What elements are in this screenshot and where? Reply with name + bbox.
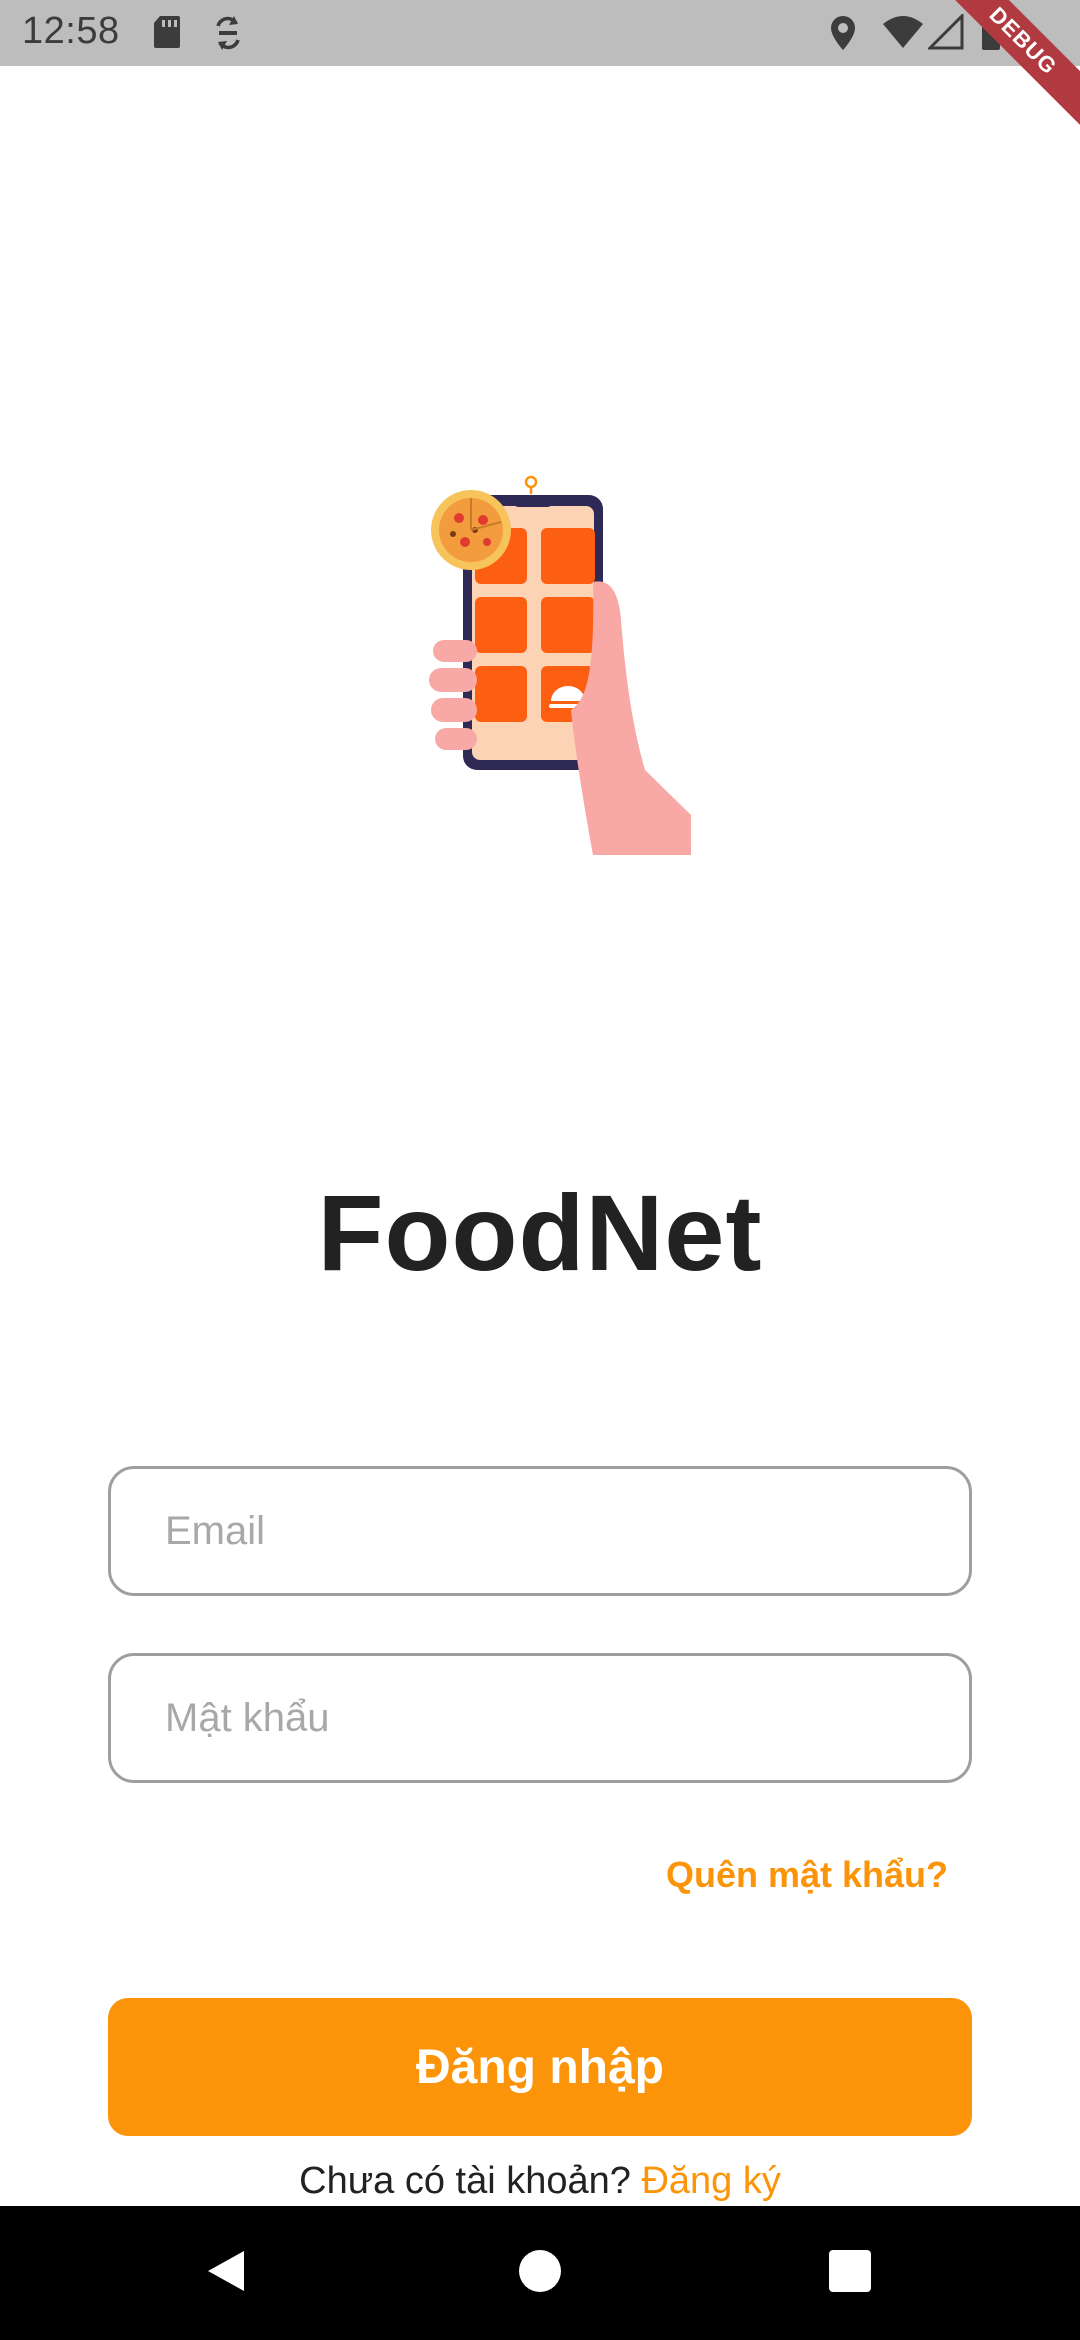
signup-row: Chưa có tài khoản? Đăng ký [0,2160,1080,2203]
sd-card-icon [152,14,182,55]
email-input[interactable] [111,1469,969,1593]
navigation-bar [0,2206,1080,2340]
no-account-text: Chưa có tài khoản? [299,2160,631,2202]
location-icon [828,14,858,57]
status-time: 12:58 [22,10,120,52]
forgot-password-link[interactable]: Quên mật khẩu? [666,1854,948,1896]
login-screen: 12:58 DEBUG FoodNet Email Quên mật khẩu?… [0,0,1080,2340]
signal-icon [926,12,964,55]
login-button[interactable]: Đăng nhập [108,1998,972,2136]
password-field-container [108,1653,972,1783]
recents-icon [829,2249,871,2297]
back-button[interactable] [166,2206,286,2340]
recents-button[interactable] [790,2206,910,2340]
home-button[interactable] [480,2206,600,2340]
wifi-icon [882,14,924,55]
phone-food-app-illustration [425,470,695,860]
signup-link[interactable]: Đăng ký [641,2160,780,2202]
status-bar: 12:58 DEBUG [0,0,1080,136]
sync-icon [212,14,244,57]
app-title: FoodNet [317,1172,763,1293]
password-input[interactable] [111,1656,969,1780]
back-icon [204,2247,248,2300]
email-field-container [108,1466,972,1596]
home-icon [518,2249,562,2298]
